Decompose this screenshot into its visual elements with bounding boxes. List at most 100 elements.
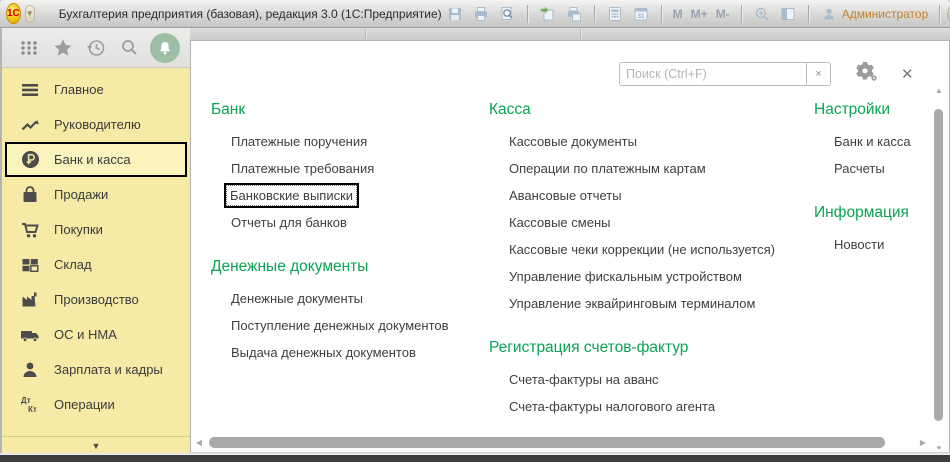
divider — [939, 5, 940, 23]
menu-link[interactable]: Платежные поручения — [211, 128, 489, 155]
menu-link[interactable]: Отчеты для банков — [211, 209, 489, 236]
scroll-up-icon[interactable]: ▲ — [932, 86, 946, 95]
insert-file-icon[interactable] — [538, 4, 558, 24]
settings-gear-icon[interactable] — [853, 59, 879, 88]
svg-text:31: 31 — [637, 13, 645, 20]
title-bar: 1С ▼ Бухгалтерия предприятия (базовая), … — [0, 0, 950, 28]
tab-strip — [190, 28, 950, 40]
menu-section: Банк Платежные порученияПлатежные требова… — [211, 101, 489, 236]
sidebar-item-3[interactable]: Банк и касса — [5, 142, 187, 177]
menu-section: Информация Новости — [814, 204, 950, 258]
menu-icon — [20, 80, 40, 100]
app-window: 1С ▼ Бухгалтерия предприятия (базовая), … — [0, 0, 950, 462]
sidebar-item-9[interactable]: Зарплата и кадры — [2, 352, 190, 387]
menu-link[interactable]: Кассовые документы — [489, 128, 814, 155]
notifications-button[interactable] — [150, 33, 180, 63]
section-title: Настройки — [814, 101, 950, 119]
trend-icon — [20, 115, 40, 135]
sidebar-item-4[interactable]: Продажи — [2, 177, 190, 212]
vertical-scrollbar[interactable]: ▲ ▼ — [932, 86, 946, 453]
menu-link[interactable]: Операции по платежным картам — [489, 155, 814, 182]
menu-column-1: Банк Платежные порученияПлатежные требова… — [211, 101, 489, 442]
sidebar: ГлавноеРуководителю Банк и касса ПродажиПо… — [0, 28, 190, 455]
section-title: Касса — [489, 101, 814, 119]
divider — [661, 5, 662, 23]
save-icon[interactable] — [445, 4, 465, 24]
memory-recall-button[interactable]: M — [673, 7, 683, 21]
menu-link[interactable]: Банк и касса — [814, 128, 950, 155]
sidebar-item-5[interactable]: Покупки — [2, 212, 190, 247]
print-current-icon[interactable] — [564, 4, 584, 24]
section-title: Банк — [211, 101, 489, 119]
print-preview-icon[interactable] — [497, 4, 517, 24]
scroll-right-icon[interactable]: ▶ — [917, 438, 929, 447]
sidebar-item-6[interactable]: Склад — [2, 247, 190, 282]
chevron-down-icon: ▼ — [92, 441, 101, 451]
calendar-icon[interactable]: 31 — [631, 4, 651, 24]
sidebar-item-label: Операции — [54, 397, 115, 412]
horizontal-scroll-track[interactable] — [205, 437, 917, 448]
divider — [594, 5, 595, 23]
horizontal-scroll-thumb[interactable] — [209, 437, 885, 448]
vertical-scroll-thumb[interactable] — [934, 109, 943, 421]
panel-footer — [191, 449, 949, 452]
ruble-icon — [20, 150, 40, 170]
print-icon[interactable] — [471, 4, 491, 24]
sidebar-item-label: Производство — [54, 292, 139, 307]
favorites-star-icon[interactable] — [50, 35, 76, 61]
menu-section: Регистрация счетов-фактурСчета-фактуры н… — [489, 339, 814, 420]
current-user-label[interactable]: Администратор — [842, 7, 929, 21]
menu-link[interactable]: Банковские выписки — [211, 182, 489, 209]
scroll-left-icon[interactable]: ◀ — [193, 438, 205, 447]
sidebar-item-10[interactable]: ДтКтОперации — [2, 387, 190, 422]
cart-icon — [20, 220, 40, 240]
sidebar-item-2[interactable]: Руководителю — [2, 107, 190, 142]
menu-link[interactable]: Денежные документы — [211, 285, 489, 312]
section-title: Информация — [814, 204, 950, 222]
truck-icon — [20, 325, 40, 345]
zoom-icon[interactable] — [752, 4, 772, 24]
bell-icon — [157, 40, 173, 56]
menu-link[interactable]: Счета-фактуры на аванс — [489, 366, 814, 393]
split-window-icon[interactable] — [778, 4, 798, 24]
sidebar-item-label: Зарплата и кадры — [54, 362, 163, 377]
menu-link[interactable]: Управление эквайринговым терминалом — [489, 290, 814, 317]
panel-body: × ✕ Банк Платежные порученияПлатежные тре… — [190, 40, 950, 452]
menu-link[interactable]: Управление фискальным устройством — [489, 263, 814, 290]
sidebar-item-7[interactable]: Производство — [2, 282, 190, 317]
menu-link[interactable]: Авансовые отчеты — [489, 182, 814, 209]
calculator-icon[interactable] — [605, 4, 625, 24]
sidebar-item-1[interactable]: Главное — [2, 72, 190, 107]
sidebar-item-label: Банк и касса — [54, 152, 131, 167]
tab-separator — [365, 29, 366, 39]
menu-link[interactable]: Поступление денежных документов — [211, 312, 489, 339]
memory-minus-button[interactable]: M- — [716, 7, 730, 21]
menu-link[interactable]: Новости — [814, 231, 950, 258]
search-icon[interactable] — [117, 35, 143, 61]
menu-link[interactable]: Выдача денежных документов — [211, 339, 489, 366]
horizontal-scrollbar[interactable]: ◀ ▶ — [193, 436, 929, 449]
sidebar-item-8[interactable]: ОС и НМА — [2, 317, 190, 352]
menu-link[interactable]: Платежные требования — [211, 155, 489, 182]
apps-grid-icon[interactable] — [16, 35, 42, 61]
menu-link[interactable]: Счета-фактуры налогового агента — [489, 393, 814, 420]
1c-logo-icon: 1С — [6, 3, 21, 24]
main-menu-caret-icon[interactable]: ▼ — [25, 5, 35, 23]
menu-link[interactable]: Расчеты — [814, 155, 950, 182]
search-clear-icon[interactable]: × — [806, 63, 830, 85]
search-box: × — [619, 62, 831, 86]
tab-separator — [580, 29, 581, 39]
memory-plus-button[interactable]: M+ — [691, 7, 708, 21]
divider — [527, 5, 528, 23]
warehouse-icon — [20, 255, 40, 275]
history-icon[interactable] — [83, 35, 109, 61]
sidebar-nav: ГлавноеРуководителю Банк и касса ПродажиПо… — [2, 68, 190, 422]
menu-link[interactable]: Кассовые чеки коррекции (не используется… — [489, 236, 814, 263]
focused-link-box[interactable]: Банковские выписки — [224, 183, 359, 208]
menu-column-3: Настройки Банк и кассаРасчеты Информация Но… — [814, 101, 950, 442]
user-icon — [819, 4, 839, 24]
menu-column-2: Касса Кассовые документыОперации по плате… — [489, 101, 814, 442]
search-input[interactable] — [620, 63, 806, 85]
panel-close-icon[interactable]: ✕ — [901, 65, 914, 83]
menu-link[interactable]: Кассовые смены — [489, 209, 814, 236]
